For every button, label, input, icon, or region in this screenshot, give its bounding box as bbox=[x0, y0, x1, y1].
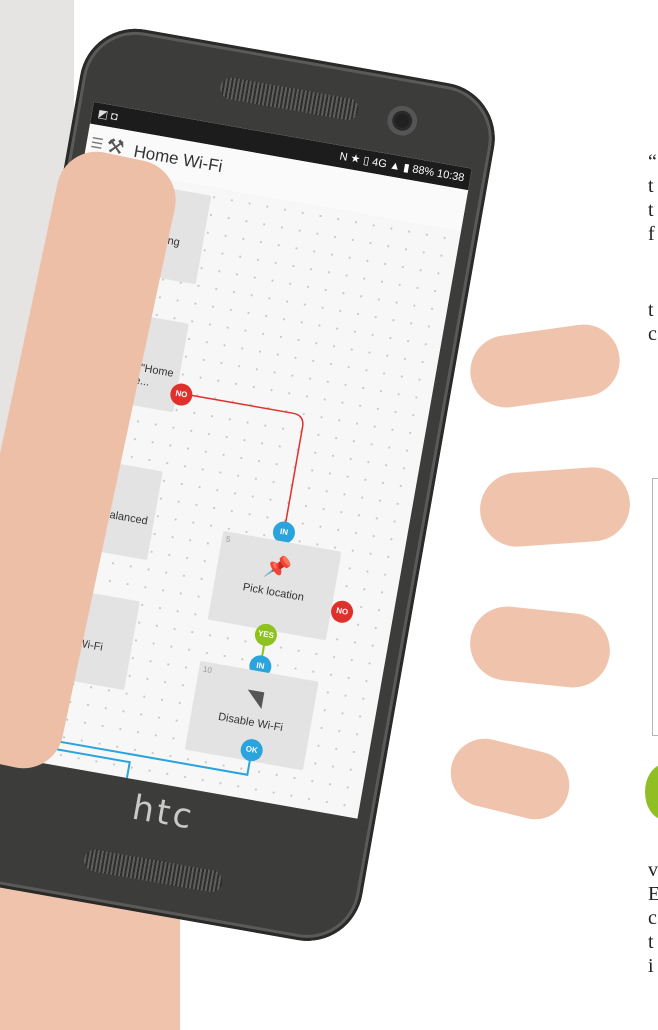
green-badge bbox=[645, 764, 658, 820]
status-icons-left: ◩ ◘ bbox=[96, 107, 119, 124]
text-fragment: tc bbox=[648, 299, 657, 345]
hand-finger bbox=[465, 319, 625, 413]
side-card bbox=[652, 478, 658, 736]
menu-icon[interactable]: ☰ bbox=[89, 134, 104, 153]
hand-finger bbox=[443, 731, 577, 827]
hand-finger bbox=[477, 464, 633, 550]
text-fragment: vEcti bbox=[648, 859, 658, 977]
node-number: 10 bbox=[202, 664, 213, 675]
hand-finger bbox=[466, 602, 614, 692]
text-fragment: “t t f bbox=[648, 151, 657, 245]
node-number: 5 bbox=[225, 534, 232, 545]
